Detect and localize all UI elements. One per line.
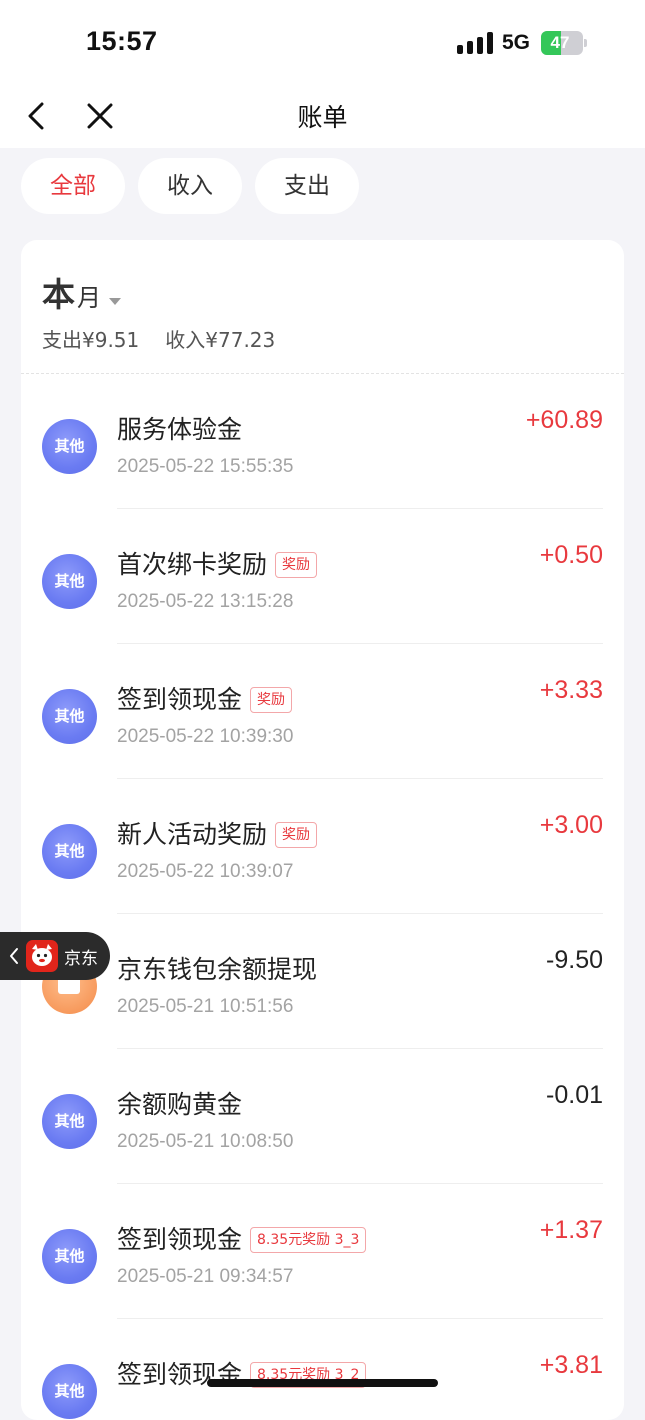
month-summary: 支出¥9.51 收入¥77.23 [42, 324, 301, 353]
status-bar: 15:57 5G 47 [0, 0, 645, 86]
network-type: 5G [502, 31, 531, 54]
transaction-row[interactable]: 其他 新人活动奖励 奖励 2025-05-22 10:39:07 +3.00 [21, 779, 624, 914]
nav-bar: 账单 [0, 86, 645, 148]
transaction-title: 服务体验金 [117, 415, 243, 444]
transaction-row[interactable]: 其他 签到领现金 奖励 2025-05-22 10:39:30 +3.33 [21, 644, 624, 779]
transaction-amount: +60.89 [525, 406, 603, 434]
page-title: 账单 [297, 103, 348, 132]
jd-logo-icon [26, 940, 58, 972]
income-total: 收入¥77.23 [165, 328, 276, 352]
transaction-amount: +0.50 [539, 541, 603, 569]
transaction-time: 2025-05-22 10:39:07 [117, 861, 294, 882]
caret-down-icon [109, 298, 121, 305]
month-label-small: 月 [77, 284, 101, 312]
transaction-time: 2025-05-22 15:55:35 [117, 456, 294, 477]
chevron-left-icon [10, 948, 18, 964]
transaction-time: 2025-05-21 10:51:56 [117, 996, 294, 1017]
reward-tag: 8.35元奖励 3_3 [250, 1227, 367, 1253]
category-avatar: 其他 [42, 554, 97, 609]
transaction-amount: +3.00 [539, 811, 603, 839]
transaction-time: 2025-05-21 10:08:50 [117, 1131, 294, 1152]
transaction-title: 新人活动奖励 [117, 820, 268, 849]
transaction-row[interactable]: 其他 首次绑卡奖励 奖励 2025-05-22 13:15:28 +0.50 [21, 509, 624, 644]
bill-card: 本月 支出¥9.51 收入¥77.23 其他 服务体验金 2025-05-22 1… [21, 240, 624, 1420]
transaction-row[interactable]: 其他 服务体验金 2025-05-22 15:55:35 +60.89 [21, 374, 624, 509]
battery-icon: 47 [541, 31, 587, 55]
tab-income[interactable]: 收入 [138, 158, 242, 214]
home-indicator [207, 1379, 438, 1387]
transaction-row[interactable]: 京东钱包余额提现 2025-05-21 10:51:56 -9.50 [21, 914, 624, 1049]
transaction-title: 余额购黄金 [117, 1090, 243, 1119]
category-avatar: 其他 [42, 1094, 97, 1149]
month-label-big: 本 [42, 275, 75, 314]
category-avatar: 其他 [42, 824, 97, 879]
tab-all[interactable]: 全部 [21, 158, 125, 214]
month-selector[interactable]: 本月 [42, 268, 121, 314]
category-avatar: 其他 [42, 1229, 97, 1284]
transaction-row[interactable]: 其他 余额购黄金 2025-05-21 10:08:50 -0.01 [21, 1049, 624, 1184]
transaction-amount: -9.50 [546, 946, 603, 974]
reward-tag: 奖励 [250, 687, 293, 713]
transaction-title: 签到领现金 [117, 1225, 243, 1254]
signal-icon [457, 32, 493, 54]
transaction-time: 2025-05-22 10:39:30 [117, 726, 294, 747]
expense-total: 支出¥9.51 [42, 328, 140, 352]
transaction-row[interactable]: 其他 签到领现金 8.35元奖励 3_2 +3.81 [21, 1319, 624, 1420]
reward-tag: 奖励 [275, 822, 318, 848]
category-avatar: 其他 [42, 689, 97, 744]
status-time: 15:57 [86, 26, 158, 56]
transaction-time: 2025-05-22 13:15:28 [117, 591, 294, 612]
battery-percent: 47 [550, 33, 570, 52]
reward-tag: 奖励 [275, 552, 318, 578]
transaction-time: 2025-05-21 09:34:57 [117, 1266, 294, 1287]
transaction-amount: -0.01 [546, 1081, 603, 1109]
transaction-row[interactable]: 其他 签到领现金 8.35元奖励 3_3 2025-05-21 09:34:57 … [21, 1184, 624, 1319]
transaction-title: 首次绑卡奖励 [117, 550, 268, 579]
transaction-title: 京东钱包余额提现 [117, 955, 318, 984]
jd-label: 京东 [64, 949, 98, 969]
tab-expense[interactable]: 支出 [255, 158, 359, 214]
transaction-amount: +3.33 [539, 676, 603, 704]
jd-return-badge[interactable]: 京东 [0, 932, 110, 980]
category-avatar: 其他 [42, 1364, 97, 1419]
category-avatar: 其他 [42, 419, 97, 474]
transaction-title: 签到领现金 [117, 685, 243, 714]
transaction-amount: +1.37 [539, 1216, 603, 1244]
transaction-amount: +3.81 [539, 1351, 603, 1379]
